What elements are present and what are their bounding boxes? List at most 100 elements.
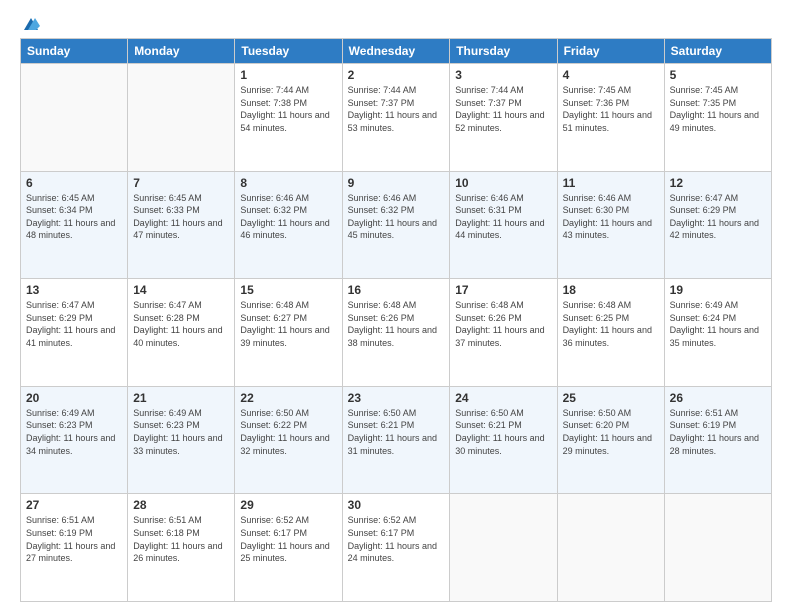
day-info: Sunrise: 6:50 AM Sunset: 6:21 PM Dayligh…	[348, 407, 445, 457]
day-info: Sunrise: 6:46 AM Sunset: 6:32 PM Dayligh…	[348, 192, 445, 242]
logo-icon	[22, 16, 40, 34]
day-number: 2	[348, 68, 445, 82]
table-row: 6 Sunrise: 6:45 AM Sunset: 6:34 PM Daylig…	[21, 171, 128, 279]
table-row: 29 Sunrise: 6:52 AM Sunset: 6:17 PM Dayli…	[235, 494, 342, 602]
table-row: 23 Sunrise: 6:50 AM Sunset: 6:21 PM Dayli…	[342, 386, 450, 494]
col-monday: Monday	[128, 39, 235, 64]
col-thursday: Thursday	[450, 39, 557, 64]
day-number: 18	[563, 283, 659, 297]
table-row: 10 Sunrise: 6:46 AM Sunset: 6:31 PM Dayli…	[450, 171, 557, 279]
day-info: Sunrise: 6:46 AM Sunset: 6:32 PM Dayligh…	[240, 192, 336, 242]
day-info: Sunrise: 6:50 AM Sunset: 6:22 PM Dayligh…	[240, 407, 336, 457]
day-info: Sunrise: 6:51 AM Sunset: 6:19 PM Dayligh…	[670, 407, 766, 457]
logo	[20, 18, 40, 28]
day-number: 29	[240, 498, 336, 512]
calendar-week-row: 1 Sunrise: 7:44 AM Sunset: 7:38 PM Daylig…	[21, 64, 772, 172]
header	[20, 18, 772, 28]
day-number: 22	[240, 391, 336, 405]
table-row: 9 Sunrise: 6:46 AM Sunset: 6:32 PM Daylig…	[342, 171, 450, 279]
table-row	[21, 64, 128, 172]
page: Sunday Monday Tuesday Wednesday Thursday…	[0, 0, 792, 612]
day-number: 25	[563, 391, 659, 405]
table-row: 4Sunrise: 7:45 AM Sunset: 7:36 PM Daylig…	[557, 64, 664, 172]
table-row: 13 Sunrise: 6:47 AM Sunset: 6:29 PM Dayli…	[21, 279, 128, 387]
day-number: 13	[26, 283, 122, 297]
day-number: 20	[26, 391, 122, 405]
table-row: 16 Sunrise: 6:48 AM Sunset: 6:26 PM Dayli…	[342, 279, 450, 387]
table-row: 2 Sunrise: 7:44 AM Sunset: 7:37 PM Daylig…	[342, 64, 450, 172]
table-row	[128, 64, 235, 172]
table-row: 11 Sunrise: 6:46 AM Sunset: 6:30 PM Dayli…	[557, 171, 664, 279]
day-number: 16	[348, 283, 445, 297]
table-row: 17 Sunrise: 6:48 AM Sunset: 6:26 PM Dayli…	[450, 279, 557, 387]
table-row: 24Sunrise: 6:50 AM Sunset: 6:21 PM Dayli…	[450, 386, 557, 494]
table-row: 14 Sunrise: 6:47 AM Sunset: 6:28 PM Dayli…	[128, 279, 235, 387]
table-row: 25 Sunrise: 6:50 AM Sunset: 6:20 PM Dayli…	[557, 386, 664, 494]
day-number: 15	[240, 283, 336, 297]
day-info: Sunrise: 6:46 AM Sunset: 6:31 PM Dayligh…	[455, 192, 551, 242]
day-info: Sunrise: 7:44 AM Sunset: 7:37 PM Dayligh…	[455, 84, 551, 134]
day-number: 17	[455, 283, 551, 297]
table-row: 8 Sunrise: 6:46 AM Sunset: 6:32 PM Daylig…	[235, 171, 342, 279]
day-info: Sunrise: 6:50 AM Sunset: 6:20 PM Dayligh…	[563, 407, 659, 457]
day-info: Sunrise: 6:52 AM Sunset: 6:17 PM Dayligh…	[240, 514, 336, 564]
table-row: 5 Sunrise: 7:45 AM Sunset: 7:35 PM Daylig…	[664, 64, 771, 172]
day-info: Sunrise: 6:47 AM Sunset: 6:29 PM Dayligh…	[26, 299, 122, 349]
day-number: 1	[240, 68, 336, 82]
calendar-week-row: 6 Sunrise: 6:45 AM Sunset: 6:34 PM Daylig…	[21, 171, 772, 279]
calendar-week-row: 20 Sunrise: 6:49 AM Sunset: 6:23 PM Dayli…	[21, 386, 772, 494]
table-row: 15 Sunrise: 6:48 AM Sunset: 6:27 PM Dayli…	[235, 279, 342, 387]
table-row	[450, 494, 557, 602]
day-number: 23	[348, 391, 445, 405]
day-number: 12	[670, 176, 766, 190]
day-number: 14	[133, 283, 229, 297]
table-row: 20 Sunrise: 6:49 AM Sunset: 6:23 PM Dayli…	[21, 386, 128, 494]
day-info: Sunrise: 7:44 AM Sunset: 7:38 PM Dayligh…	[240, 84, 336, 134]
day-number: 11	[563, 176, 659, 190]
day-number: 3	[455, 68, 551, 82]
day-info: Sunrise: 6:51 AM Sunset: 6:18 PM Dayligh…	[133, 514, 229, 564]
day-number: 24	[455, 391, 551, 405]
table-row: 1 Sunrise: 7:44 AM Sunset: 7:38 PM Daylig…	[235, 64, 342, 172]
day-number: 5	[670, 68, 766, 82]
table-row: 22 Sunrise: 6:50 AM Sunset: 6:22 PM Dayli…	[235, 386, 342, 494]
table-row: 3 Sunrise: 7:44 AM Sunset: 7:37 PM Daylig…	[450, 64, 557, 172]
day-info: Sunrise: 6:47 AM Sunset: 6:29 PM Dayligh…	[670, 192, 766, 242]
day-info: Sunrise: 6:51 AM Sunset: 6:19 PM Dayligh…	[26, 514, 122, 564]
calendar-week-row: 27 Sunrise: 6:51 AM Sunset: 6:19 PM Dayli…	[21, 494, 772, 602]
table-row: 12 Sunrise: 6:47 AM Sunset: 6:29 PM Dayli…	[664, 171, 771, 279]
col-friday: Friday	[557, 39, 664, 64]
table-row: 18 Sunrise: 6:48 AM Sunset: 6:25 PM Dayli…	[557, 279, 664, 387]
day-info: Sunrise: 6:49 AM Sunset: 6:23 PM Dayligh…	[26, 407, 122, 457]
day-info: Sunrise: 6:48 AM Sunset: 6:26 PM Dayligh…	[455, 299, 551, 349]
day-number: 9	[348, 176, 445, 190]
day-info: Sunrise: 6:46 AM Sunset: 6:30 PM Dayligh…	[563, 192, 659, 242]
table-row	[557, 494, 664, 602]
day-info: Sunrise: 6:52 AM Sunset: 6:17 PM Dayligh…	[348, 514, 445, 564]
day-info: Sunrise: 6:49 AM Sunset: 6:24 PM Dayligh…	[670, 299, 766, 349]
day-number: 8	[240, 176, 336, 190]
day-info: Sunrise: 6:48 AM Sunset: 6:25 PM Dayligh…	[563, 299, 659, 349]
day-info: Sunrise: 6:49 AM Sunset: 6:23 PM Dayligh…	[133, 407, 229, 457]
day-number: 21	[133, 391, 229, 405]
calendar-week-row: 13 Sunrise: 6:47 AM Sunset: 6:29 PM Dayli…	[21, 279, 772, 387]
day-number: 27	[26, 498, 122, 512]
day-number: 19	[670, 283, 766, 297]
day-info: Sunrise: 7:44 AM Sunset: 7:37 PM Dayligh…	[348, 84, 445, 134]
day-info: Sunrise: 6:48 AM Sunset: 6:27 PM Dayligh…	[240, 299, 336, 349]
calendar-header-row: Sunday Monday Tuesday Wednesday Thursday…	[21, 39, 772, 64]
table-row: 28 Sunrise: 6:51 AM Sunset: 6:18 PM Dayli…	[128, 494, 235, 602]
day-number: 28	[133, 498, 229, 512]
day-info: Sunrise: 6:47 AM Sunset: 6:28 PM Dayligh…	[133, 299, 229, 349]
day-info: Sunrise: 7:45 AM Sunset: 7:36 PM Dayligh…	[563, 84, 659, 134]
day-number: 6	[26, 176, 122, 190]
day-info: Sunrise: 6:45 AM Sunset: 6:34 PM Dayligh…	[26, 192, 122, 242]
day-info: Sunrise: 6:48 AM Sunset: 6:26 PM Dayligh…	[348, 299, 445, 349]
day-number: 26	[670, 391, 766, 405]
day-number: 10	[455, 176, 551, 190]
day-info: Sunrise: 7:45 AM Sunset: 7:35 PM Dayligh…	[670, 84, 766, 134]
col-tuesday: Tuesday	[235, 39, 342, 64]
calendar-table: Sunday Monday Tuesday Wednesday Thursday…	[20, 38, 772, 602]
table-row	[664, 494, 771, 602]
col-saturday: Saturday	[664, 39, 771, 64]
